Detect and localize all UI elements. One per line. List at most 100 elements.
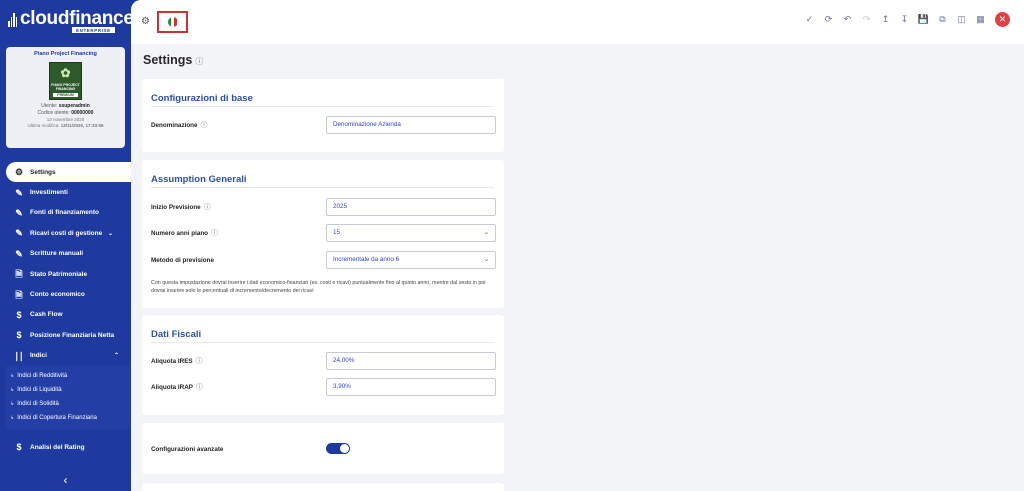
- advanced-toggle[interactable]: [326, 443, 350, 454]
- field-label: Aliquota IRES ⓘ: [151, 358, 203, 365]
- section-title: Configurazioni di base: [151, 93, 253, 104]
- help-icon[interactable]: ⓘ: [195, 57, 203, 66]
- brand-name: cloudfinance: [20, 8, 134, 29]
- row-metodo-previsione: Metodo di previsione Incrementale da ann…: [151, 251, 496, 269]
- row-aliquota-irap: Aliquota IRAP ⓘ 3,90%: [151, 378, 496, 396]
- plan-badge: ✿ PIANO PROJECT FINANCING PREMIUM: [49, 62, 82, 100]
- aliquota-irap-input[interactable]: 3,90%: [326, 378, 496, 396]
- sidebar-subitem[interactable]: ↳ Indici di Liquidità: [6, 383, 131, 397]
- sidebar-subitem[interactable]: ↳ Indici di Redditività: [6, 369, 131, 383]
- sub-arrow-icon: ↳: [10, 414, 15, 421]
- row-numero-anni: Numero anni piano ⓘ 15 ⌄: [151, 224, 496, 242]
- sidebar: cloudfinance ENTERPRISE Piano Project Fi…: [0, 0, 134, 491]
- card-assumption-generali: Assumption Generali Inizio Previsione ⓘ 2…: [142, 160, 504, 308]
- section-title: Assumption Generali: [151, 174, 247, 185]
- sidebar-item-ricavi[interactable]: ✎ Ricavi costi di gestione ⌄: [6, 223, 131, 243]
- sidebar-item-scritture[interactable]: ✎ Scritture manuali: [6, 244, 131, 264]
- download-icon[interactable]: ↧: [895, 14, 914, 25]
- sidebar-item-fonti[interactable]: ✎ Fonti di finanziamento: [6, 203, 131, 223]
- sub-arrow-icon: ↳: [10, 400, 15, 407]
- columns-icon[interactable]: ◫: [952, 14, 971, 25]
- info-icon[interactable]: ⓘ: [196, 384, 203, 391]
- page-title: Settings ⓘ: [143, 53, 204, 67]
- row-inizio-previsione: Inizio Previsione ⓘ 2025: [151, 198, 496, 216]
- dollar-icon: $: [16, 330, 22, 341]
- field-label: Metodo di previsione: [151, 256, 214, 264]
- copy-icon[interactable]: ⧉: [933, 14, 952, 25]
- top-toolbar: ⚙ ✓ ⟳ ↶ ↷ ↥ ↧ 💾 ⧉ ◫ ▦ ✕: [131, 0, 1024, 44]
- divider: [151, 342, 494, 343]
- info-icon[interactable]: ⓘ: [196, 358, 203, 365]
- chevron-down-icon: ⌄: [107, 230, 113, 237]
- sidebar-item-investimenti[interactable]: ✎ Investimenti: [6, 182, 131, 202]
- info-icon[interactable]: ⓘ: [204, 204, 211, 211]
- sidebar-item-settings[interactable]: ⚙ Settings: [6, 162, 131, 183]
- language-selector[interactable]: [157, 11, 188, 33]
- sidebar-item-label: Ricavi costi di gestione: [30, 229, 103, 237]
- field-label: Denominazione ⓘ: [151, 122, 208, 129]
- section-title: Dati Fiscali: [151, 329, 202, 340]
- field-label: Configurazioni avanzate: [151, 445, 224, 453]
- card-configurazioni-base: Configurazioni di base Denominazione ⓘ De…: [142, 79, 504, 152]
- edit-icon: ✎: [15, 248, 23, 259]
- sidebar-item-label: Fonti di finanziamento: [30, 209, 99, 217]
- submenu-indici: ↳ Indici di Redditività ↳ Indici di Liquid…: [6, 365, 131, 429]
- row-configurazioni-avanzate: Configurazioni avanzate: [151, 440, 496, 458]
- save-icon[interactable]: 💾: [914, 14, 933, 25]
- edit-icon: ✎: [15, 207, 23, 218]
- metodo-previsione-select[interactable]: Incrementale da anno 6 ⌄: [326, 251, 496, 269]
- close-button[interactable]: ✕: [995, 12, 1010, 27]
- sidebar-subitem[interactable]: ↳ Indici di Solidità: [6, 397, 131, 411]
- sub-arrow-icon: ↳: [10, 372, 15, 379]
- document-icon: 🗎: [15, 289, 23, 300]
- settings-icon[interactable]: ⚙: [141, 16, 150, 27]
- chevron-up-icon: ⌃: [113, 353, 119, 360]
- info-icon[interactable]: ⓘ: [211, 230, 218, 237]
- calendar-icon[interactable]: ▦: [971, 14, 990, 25]
- edit-icon: ✎: [15, 187, 23, 198]
- plant-icon: ✿: [60, 66, 71, 80]
- metodo-note: Con questa impostazione dovrai inserire …: [151, 280, 486, 294]
- brand-logo[interactable]: cloudfinance: [8, 8, 134, 29]
- divider: [151, 187, 494, 188]
- sidebar-item-rating[interactable]: $ Analisi del Rating: [6, 437, 131, 457]
- dollar-icon: $: [16, 309, 22, 320]
- undo-icon[interactable]: ↶: [838, 14, 857, 25]
- sidebar-subitem[interactable]: ↳ Indici di Copertura Finanziaria: [6, 411, 131, 425]
- divider: [151, 106, 494, 107]
- sidebar-item-conto-economico[interactable]: 🗎 Conto economico: [6, 284, 131, 304]
- denominazione-input[interactable]: Denominazione Azienda: [326, 116, 496, 134]
- sidebar-item-stato-patrimoniale[interactable]: 🗎 Stato Patrimoniale: [6, 264, 131, 284]
- numero-anni-select[interactable]: 15 ⌄: [326, 224, 496, 242]
- brand-sub: ENTERPRISE: [72, 27, 115, 33]
- collapse-sidebar-button[interactable]: ‹: [0, 469, 131, 491]
- refresh-icon[interactable]: ⟳: [819, 14, 838, 25]
- bar-chart-icon: ∣∣: [14, 350, 24, 361]
- sidebar-item-cash-flow[interactable]: $ Cash Flow: [6, 305, 131, 325]
- info-icon[interactable]: ⓘ: [201, 122, 208, 129]
- dollar-icon: $: [16, 442, 22, 453]
- sidebar-item-label: Conto economico: [30, 291, 85, 299]
- check-icon[interactable]: ✓: [800, 14, 819, 25]
- main-content: ⚙ ✓ ⟳ ↶ ↷ ↥ ↧ 💾 ⧉ ◫ ▦ ✕ Settings ⓘ Config…: [131, 0, 1024, 491]
- sidebar-item-label: Scritture manuali: [30, 250, 84, 258]
- aliquota-ires-input[interactable]: 24,00%: [326, 352, 496, 370]
- sidebar-item-label: Settings: [30, 168, 56, 176]
- field-label: Numero anni piano ⓘ: [151, 230, 219, 237]
- badge-text: PIANO PROJECT FINANCING: [51, 83, 80, 91]
- user-line: Utente: ssuperadmin: [41, 103, 90, 109]
- upload-icon[interactable]: ↥: [876, 14, 895, 25]
- sidebar-item-pfn[interactable]: $ Posizione Finanziaria Netta: [6, 325, 131, 345]
- sidebar-menu: ⚙ Settings ✎ Investimenti ✎ Fonti di fin…: [6, 162, 131, 457]
- sidebar-item-indici[interactable]: ∣∣ Indici ⌃: [6, 346, 131, 366]
- redo-icon[interactable]: ↷: [857, 14, 876, 25]
- profile-card: Piano Project Financing ✿ PIANO PROJECT …: [6, 47, 125, 148]
- edit-icon: ✎: [15, 228, 23, 239]
- italy-flag-icon: [167, 17, 178, 27]
- card-next: [142, 483, 504, 491]
- sidebar-item-label: Indici: [30, 352, 47, 360]
- chevron-down-icon: ⌄: [483, 230, 489, 236]
- field-label: Inizio Previsione ⓘ: [151, 204, 211, 211]
- code-line: Codice utente: 00000000: [37, 110, 94, 116]
- inizio-previsione-input[interactable]: 2025: [326, 198, 496, 216]
